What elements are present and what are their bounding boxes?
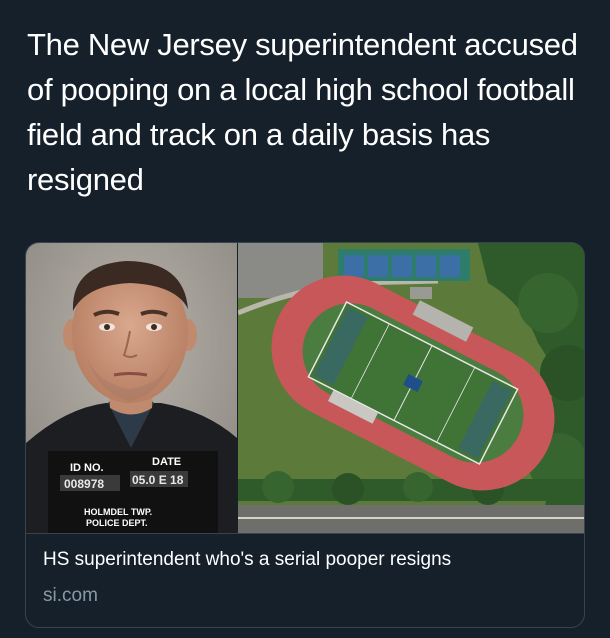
card-domain: si.com [43, 585, 98, 606]
board-date-value: 05.0 E 18 [132, 473, 184, 487]
card-title[interactable]: HS superintendent who's a serial pooper … [43, 549, 573, 571]
board-date-label: DATE [152, 456, 181, 468]
board-department-line1: HOLMDEL TWP. [84, 507, 152, 517]
board-id-value: 008978 [64, 477, 104, 491]
board-department-line2: POLICE DEPT. [86, 518, 148, 528]
card-divider [26, 533, 584, 534]
link-preview-card[interactable]: ID NO. DATE 008978 05.0 E 18 HOLMDEL TWP… [25, 242, 585, 628]
mugshot-photo: ID NO. DATE 008978 05.0 E 18 HOLMDEL TWP… [26, 243, 237, 533]
card-image-area[interactable]: ID NO. DATE 008978 05.0 E 18 HOLMDEL TWP… [26, 243, 584, 533]
board-id-label: ID NO. [70, 462, 104, 474]
tweet-text: The New Jersey superintendent accused of… [27, 27, 578, 197]
aerial-photo [238, 243, 584, 533]
